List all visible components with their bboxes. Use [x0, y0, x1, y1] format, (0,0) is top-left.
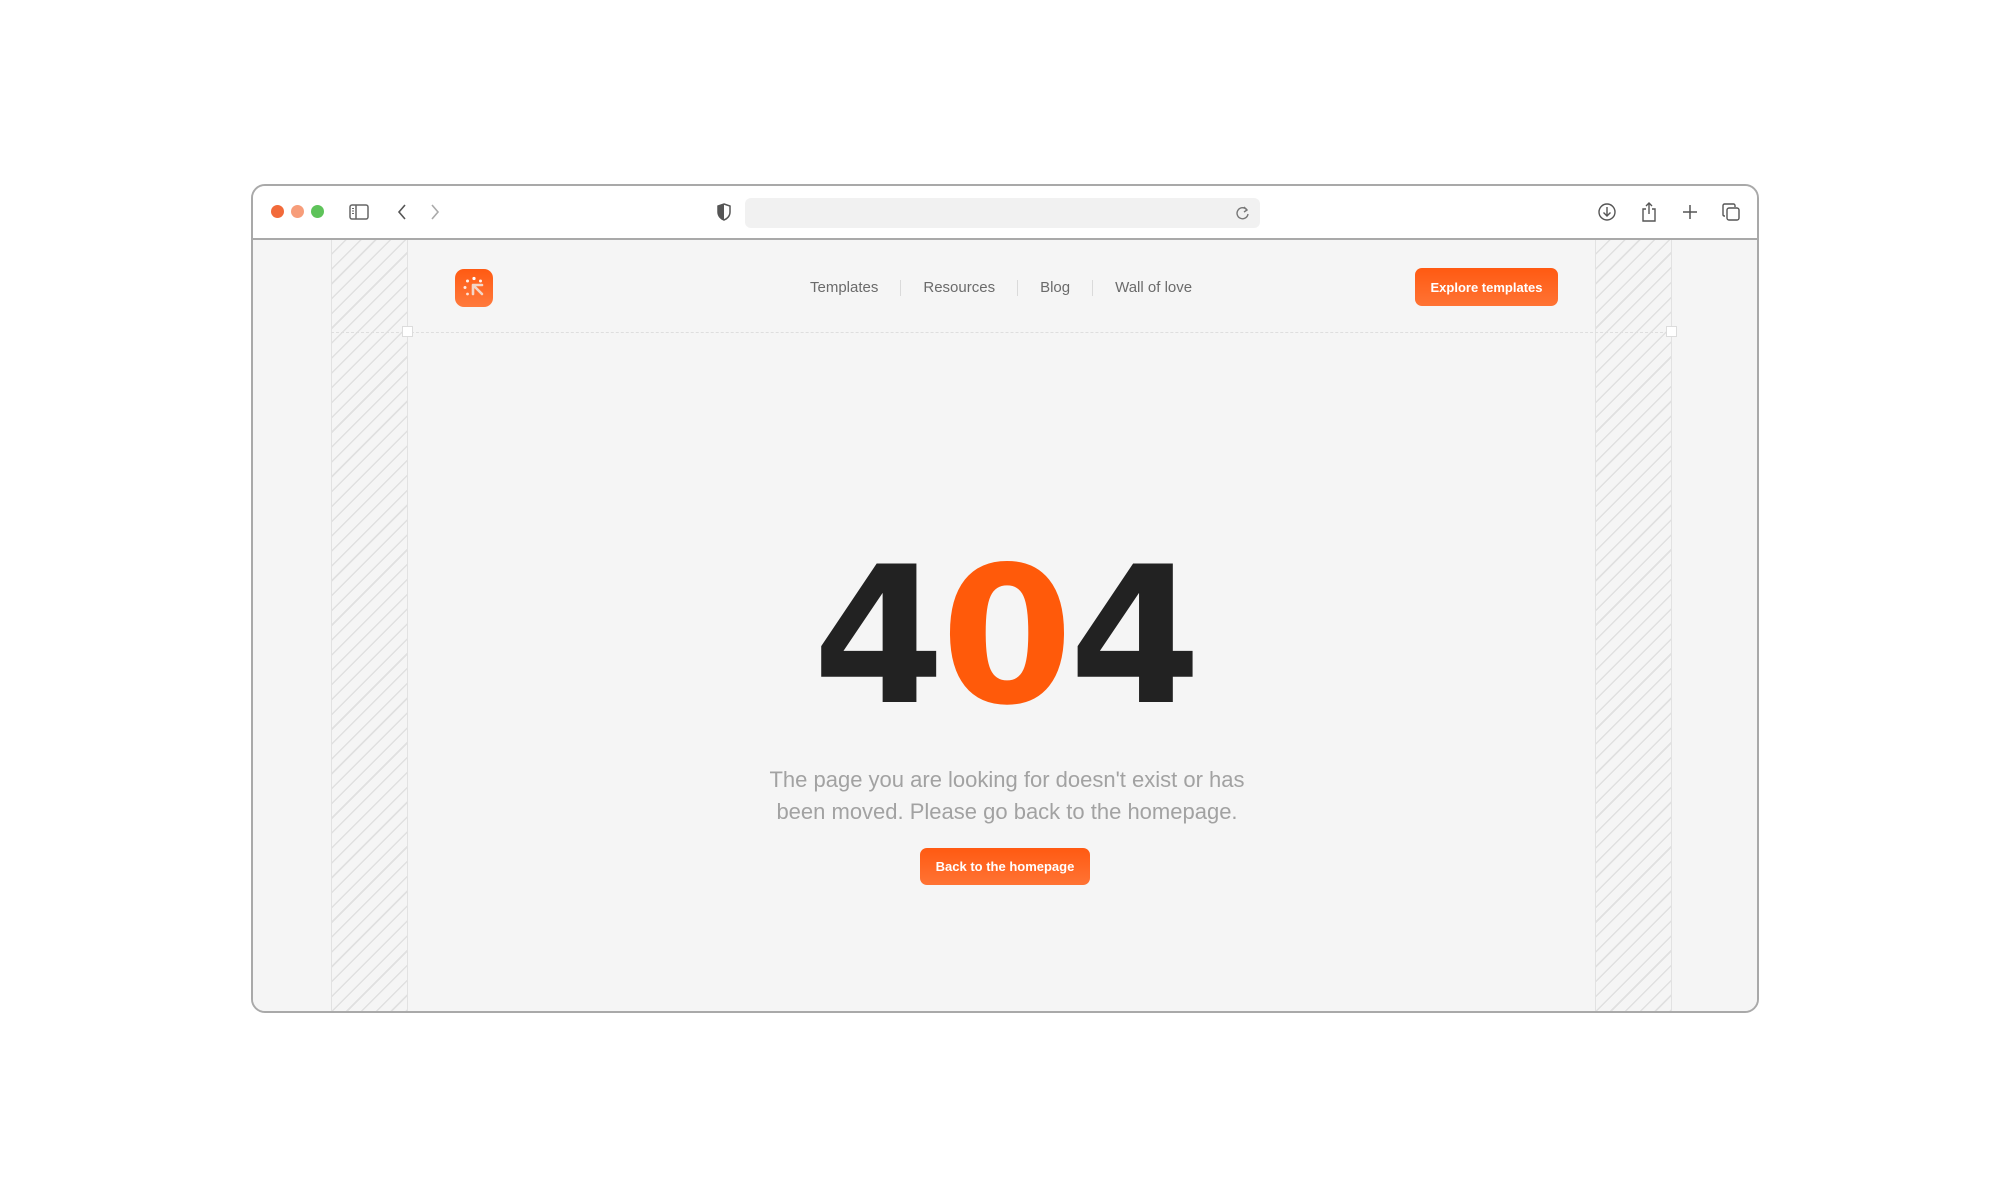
site-logo[interactable] [455, 269, 493, 307]
back-icon[interactable] [390, 200, 414, 224]
cursor-click-icon [463, 276, 484, 296]
download-icon[interactable] [1595, 200, 1619, 224]
share-icon[interactable] [1637, 200, 1661, 224]
sidebar-toggle-icon[interactable] [347, 200, 371, 224]
error-code: 404 [253, 542, 1757, 732]
nav-link-resources[interactable]: Resources [923, 276, 995, 300]
main-nav: Templates Resources Blog Wall of love [810, 276, 1192, 300]
error-message: The page you are looking for doesn't exi… [769, 767, 1245, 824]
nav-link-templates[interactable]: Templates [810, 276, 878, 300]
browser-toolbar [253, 186, 1757, 240]
nav-divider [900, 280, 902, 296]
nav-divider [1092, 280, 1094, 296]
minimize-window-button[interactable] [291, 205, 304, 218]
address-bar[interactable] [745, 198, 1260, 228]
nav-link-blog[interactable]: Blog [1040, 276, 1070, 300]
header-divider [331, 332, 1673, 333]
corner-marker [1666, 326, 1677, 337]
nav-link-wall-of-love[interactable]: Wall of love [1115, 276, 1192, 300]
tabs-overview-icon[interactable] [1719, 200, 1743, 224]
browser-window: Templates Resources Blog Wall of love Ex… [251, 184, 1759, 1013]
new-tab-icon[interactable] [1678, 200, 1702, 224]
corner-marker [402, 326, 413, 337]
reload-icon[interactable] [1234, 204, 1252, 222]
error-code-digit-accent: 0 [940, 526, 1073, 747]
error-code-digit: 4 [1069, 526, 1201, 747]
zoom-window-button[interactable] [311, 205, 324, 218]
back-to-homepage-button[interactable]: Back to the homepage [920, 848, 1090, 885]
forward-icon[interactable] [423, 200, 447, 224]
close-window-button[interactable] [271, 205, 284, 218]
explore-templates-button[interactable]: Explore templates [1415, 268, 1558, 306]
shield-icon[interactable] [712, 200, 736, 224]
error-code-digit: 4 [812, 526, 945, 747]
page-viewport: Templates Resources Blog Wall of love Ex… [253, 240, 1757, 1011]
nav-divider [1017, 280, 1019, 296]
